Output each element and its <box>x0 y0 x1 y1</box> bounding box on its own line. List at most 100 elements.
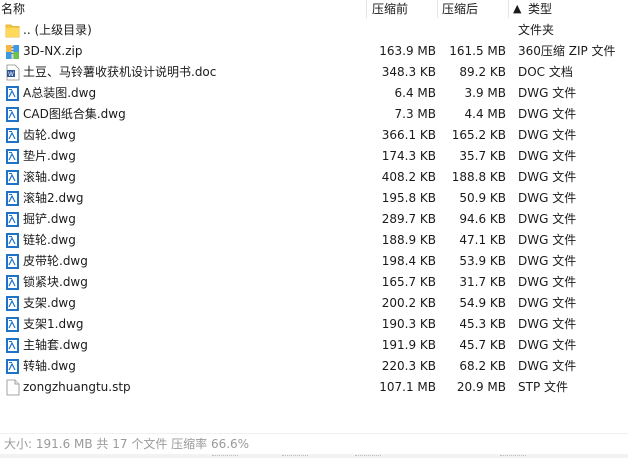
file-name: 支架.dwg <box>23 296 76 310</box>
packed-size: 198.4 KB <box>381 254 436 268</box>
file-row[interactable]: 滚轴2.dwg 195.8 KB 50.9 KB DWG 文件 <box>0 188 628 209</box>
column-divider[interactable] <box>437 0 438 18</box>
file-name: 掘铲.dwg <box>23 212 76 226</box>
dwg-icon <box>5 337 20 354</box>
file-row[interactable]: 主轴套.dwg 191.9 KB 45.7 KB DWG 文件 <box>0 335 628 356</box>
file-name: 链轮.dwg <box>23 233 76 247</box>
dwg-icon <box>5 169 20 186</box>
file-row[interactable]: 锁紧块.dwg 165.7 KB 31.7 KB DWG 文件 <box>0 272 628 293</box>
column-type-header[interactable]: 类型 <box>528 1 552 17</box>
dwg-icon <box>5 232 20 249</box>
packed-size: 195.8 KB <box>381 191 436 205</box>
packed-size: 191.9 KB <box>381 338 436 352</box>
status-bar: 大小: 191.6 MB 共 17 个文件 压缩率 66.6% <box>0 433 628 454</box>
word-doc-icon: W <box>5 64 20 81</box>
file-row[interactable]: 3D-NX.zip 163.9 MB 161.5 MB 360压缩 ZIP 文件 <box>0 41 628 62</box>
packed-size: 107.1 MB <box>379 380 436 394</box>
file-type: DWG 文件 <box>518 128 577 142</box>
file-row[interactable]: 支架.dwg 200.2 KB 54.9 KB DWG 文件 <box>0 293 628 314</box>
file-row[interactable]: 垫片.dwg 174.3 KB 35.7 KB DWG 文件 <box>0 146 628 167</box>
packed-size: 190.3 KB <box>381 317 436 331</box>
file-type: DWG 文件 <box>518 254 577 268</box>
packed-size: 220.3 KB <box>381 359 436 373</box>
file-name: 滚轴2.dwg <box>23 191 84 205</box>
unpacked-size: 89.2 KB <box>459 65 506 79</box>
dwg-icon <box>5 106 20 123</box>
packed-size: 366.1 KB <box>381 128 436 142</box>
file-type: DWG 文件 <box>518 212 577 226</box>
packed-size: 408.2 KB <box>381 170 436 184</box>
file-row[interactable]: 转轴.dwg 220.3 KB 68.2 KB DWG 文件 <box>0 356 628 377</box>
sort-ascending-icon[interactable]: ▲ <box>513 1 521 17</box>
dwg-icon <box>5 148 20 165</box>
column-divider[interactable] <box>366 0 367 18</box>
resize-grip-icon[interactable] <box>500 455 526 457</box>
file-name: 支架1.dwg <box>23 317 84 331</box>
file-name: 齿轮.dwg <box>23 128 76 142</box>
parent-directory-row[interactable]: .. (上级目录) 文件夹 <box>0 20 628 41</box>
file-type: DWG 文件 <box>518 317 577 331</box>
unpacked-size: 45.3 KB <box>459 317 506 331</box>
packed-size: 348.3 KB <box>381 65 436 79</box>
column-divider[interactable] <box>508 0 509 18</box>
packed-size: 7.3 MB <box>394 107 436 121</box>
file-row[interactable]: 链轮.dwg 188.9 KB 47.1 KB DWG 文件 <box>0 230 628 251</box>
file-row[interactable]: 滚轴.dwg 408.2 KB 188.8 KB DWG 文件 <box>0 167 628 188</box>
file-row[interactable]: 皮带轮.dwg 198.4 KB 53.9 KB DWG 文件 <box>0 251 628 272</box>
unpacked-size: 50.9 KB <box>459 191 506 205</box>
dwg-icon <box>5 253 20 270</box>
dwg-icon <box>5 358 20 375</box>
file-name: zongzhuangtu.stp <box>23 380 131 394</box>
file-name: 3D-NX.zip <box>23 44 83 58</box>
file-row[interactable]: W 土豆、马铃薯收获机设计说明书.doc 348.3 KB 89.2 KB DOC 文档 <box>0 62 628 83</box>
unpacked-size: 54.9 KB <box>459 296 506 310</box>
unpacked-size: 161.5 MB <box>449 44 506 58</box>
unpacked-size: 165.2 KB <box>451 128 506 142</box>
column-name-header[interactable]: 名称 <box>1 1 25 17</box>
file-type: DWG 文件 <box>518 107 577 121</box>
packed-size: 6.4 MB <box>394 86 436 100</box>
resize-grip-icon[interactable] <box>282 455 308 457</box>
stp-file-icon <box>5 379 20 396</box>
file-row[interactable]: A总装图.dwg 6.4 MB 3.9 MB DWG 文件 <box>0 83 628 104</box>
file-row[interactable]: zongzhuangtu.stp 107.1 MB 20.9 MB STP 文件 <box>0 377 628 398</box>
file-type: DWG 文件 <box>518 296 577 310</box>
file-type: DWG 文件 <box>518 149 577 163</box>
dwg-icon <box>5 274 20 291</box>
unpacked-size: 94.6 KB <box>459 212 506 226</box>
file-type: DWG 文件 <box>518 170 577 184</box>
file-row[interactable]: CAD图纸合集.dwg 7.3 MB 4.4 MB DWG 文件 <box>0 104 628 125</box>
resize-grip-icon[interactable] <box>355 455 381 457</box>
svg-text:W: W <box>8 71 14 78</box>
status-text: 大小: 191.6 MB 共 17 个文件 压缩率 66.6% <box>4 437 250 451</box>
file-type: DWG 文件 <box>518 275 577 289</box>
file-name: 土豆、马铃薯收获机设计说明书.doc <box>23 65 217 79</box>
packed-size: 165.7 KB <box>381 275 436 289</box>
unpacked-size: 20.9 MB <box>456 380 506 394</box>
dwg-icon <box>5 85 20 102</box>
file-name: .. (上级目录) <box>23 23 92 37</box>
packed-size: 188.9 KB <box>381 233 436 247</box>
file-name: 垫片.dwg <box>23 149 76 163</box>
file-name: 滚轴.dwg <box>23 170 76 184</box>
unpacked-size: 35.7 KB <box>459 149 506 163</box>
file-name: 皮带轮.dwg <box>23 254 88 268</box>
file-name: 主轴套.dwg <box>23 338 88 352</box>
file-row[interactable]: 支架1.dwg 190.3 KB 45.3 KB DWG 文件 <box>0 314 628 335</box>
dwg-icon <box>5 190 20 207</box>
file-row[interactable]: 掘铲.dwg 289.7 KB 94.6 KB DWG 文件 <box>0 209 628 230</box>
file-type: DWG 文件 <box>518 191 577 205</box>
column-header: 名称 压缩前 压缩后 ▲ 类型 <box>0 0 628 18</box>
column-packed-header[interactable]: 压缩前 <box>372 1 408 17</box>
unpacked-size: 3.9 MB <box>464 86 506 100</box>
file-row[interactable]: 齿轮.dwg 366.1 KB 165.2 KB DWG 文件 <box>0 125 628 146</box>
file-name: 转轴.dwg <box>23 359 76 373</box>
column-unpacked-header[interactable]: 压缩后 <box>442 1 478 17</box>
dwg-icon <box>5 211 20 228</box>
unpacked-size: 45.7 KB <box>459 338 506 352</box>
unpacked-size: 68.2 KB <box>459 359 506 373</box>
file-name: 锁紧块.dwg <box>23 275 88 289</box>
dwg-icon <box>5 316 20 333</box>
folder-icon <box>5 22 20 39</box>
resize-grip-icon[interactable] <box>212 455 238 457</box>
